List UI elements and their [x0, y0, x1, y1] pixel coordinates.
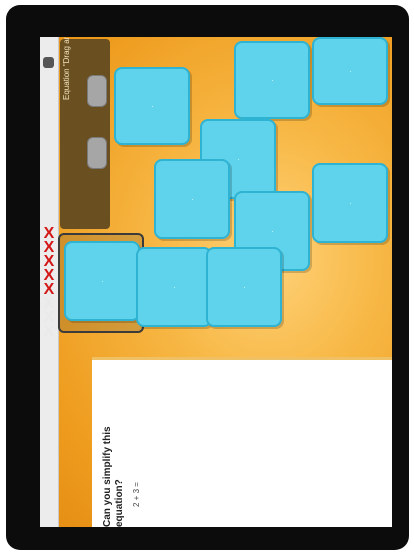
control-button-2[interactable]: [87, 137, 107, 169]
question-line-2: equation?: [114, 479, 125, 527]
puzzle-tile[interactable]: ·: [206, 247, 282, 327]
game-screen: X X X X X X X X Equation "Drag and Drop"…: [40, 37, 392, 527]
tile-label: ·: [345, 201, 355, 205]
controls-panel: Equation "Drag and Drop": [60, 37, 110, 229]
puzzle-tile[interactable]: ·: [234, 41, 310, 119]
question-line-1: Can you simplify this: [102, 426, 113, 527]
tile-label: ·: [239, 285, 249, 289]
puzzle-tile[interactable]: ·: [312, 163, 388, 243]
battery-icon: [43, 57, 54, 68]
equation-text: 2 + 3 =: [132, 482, 141, 507]
controls-caption: Equation "Drag and Drop": [62, 37, 71, 100]
question-text: Can you simplify this equation?: [102, 367, 126, 527]
puzzle-tile[interactable]: ·: [136, 247, 212, 327]
tile-label: ·: [147, 104, 157, 108]
score-mark: X: [43, 323, 55, 340]
tile-label: ·: [187, 197, 197, 201]
tile-label: ·: [345, 69, 355, 73]
puzzle-tile[interactable]: ·: [154, 159, 230, 239]
tile-label: ·: [267, 78, 277, 82]
score-marks: X X X X X X X X: [40, 226, 60, 340]
tablet-frame: X X X X X X X X Equation "Drag and Drop"…: [6, 5, 409, 550]
puzzle-tile[interactable]: ·: [64, 241, 140, 321]
puzzle-tile[interactable]: ·: [312, 37, 388, 105]
control-button-1[interactable]: [87, 75, 107, 107]
tile-label: ·: [169, 285, 179, 289]
tile-label: ·: [97, 279, 107, 283]
puzzle-tile[interactable]: ·: [114, 67, 190, 145]
